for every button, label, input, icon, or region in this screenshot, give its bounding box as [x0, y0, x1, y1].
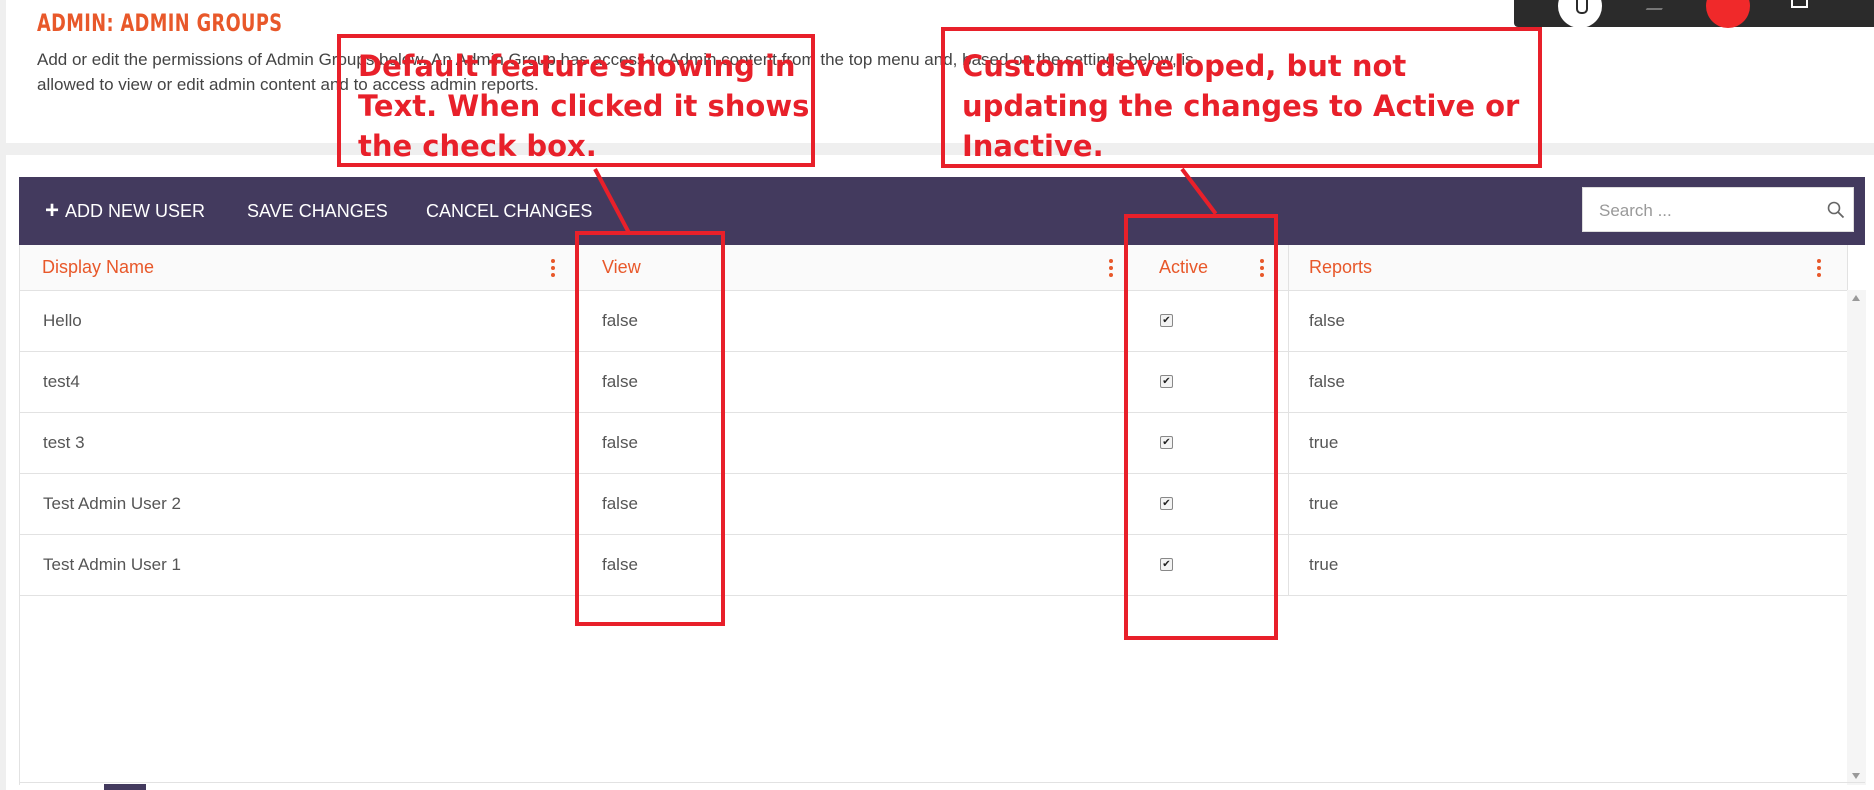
cell-reports[interactable]: true: [1309, 474, 1338, 534]
annotation-active-note: Custom developed, but not updating the c…: [962, 49, 1520, 163]
search-input[interactable]: [1597, 188, 1821, 233]
window-icon[interactable]: [1791, 0, 1808, 8]
admin-groups-grid: Display Name View Active Reports Hello f…: [19, 245, 1866, 785]
annotation-view-note: Default feature showing in Text. When cl…: [358, 49, 810, 163]
cell-display-name: test4: [43, 372, 80, 391]
column-menu-icon[interactable]: [1817, 259, 1821, 277]
table-row[interactable]: test4 false ✔ false: [20, 352, 1847, 413]
vertical-scrollbar[interactable]: [1847, 290, 1866, 785]
annotation-box-view-column: [575, 231, 725, 626]
page-title: ADMIN: ADMIN GROUPS: [37, 9, 283, 37]
cell-reports[interactable]: false: [1309, 291, 1345, 351]
pager-indicator[interactable]: [104, 784, 146, 790]
cell-display-name: Test Admin User 1: [43, 555, 181, 574]
scroll-up-icon[interactable]: [1852, 295, 1860, 301]
add-new-user-label: ADD NEW USER: [65, 201, 206, 221]
table-row[interactable]: Hello false ✔ false: [20, 291, 1847, 352]
comment-icon[interactable]: [1645, 2, 1667, 10]
pin-icon: [1576, 0, 1588, 14]
cell-reports[interactable]: true: [1309, 535, 1338, 595]
table-row[interactable]: Test Admin User 1 false ✔ true: [20, 535, 1847, 596]
search-box: [1582, 187, 1854, 233]
table-row[interactable]: Test Admin User 2 false ✔ true: [20, 474, 1847, 535]
table-row[interactable]: test 3 false ✔ true: [20, 413, 1847, 474]
cell-display-name: test 3: [43, 433, 85, 452]
column-divider: [1288, 245, 1289, 595]
column-header-reports[interactable]: Reports: [1309, 245, 1372, 290]
column-menu-icon[interactable]: [1109, 259, 1113, 277]
annotation-box-active-column: [1124, 214, 1278, 640]
grid-header: Display Name View Active Reports: [20, 245, 1847, 291]
search-icon[interactable]: [1827, 201, 1845, 219]
column-menu-icon[interactable]: [551, 259, 555, 277]
cell-reports[interactable]: true: [1309, 413, 1338, 473]
column-header-display-name[interactable]: Display Name: [42, 245, 154, 290]
scroll-down-icon[interactable]: [1852, 773, 1860, 779]
plus-icon: +: [45, 197, 60, 224]
cancel-changes-button[interactable]: CANCEL CHANGES: [426, 177, 592, 245]
screen-recorder-bar: [1514, 0, 1874, 28]
cell-display-name: Hello: [43, 311, 82, 330]
grid-footer-divider: [19, 782, 1865, 783]
cell-reports[interactable]: false: [1309, 352, 1345, 412]
add-new-user-button[interactable]: + ADD NEW USER: [45, 177, 205, 245]
record-button[interactable]: [1706, 0, 1750, 28]
save-changes-button[interactable]: SAVE CHANGES: [247, 177, 388, 245]
cell-display-name: Test Admin User 2: [43, 494, 181, 513]
